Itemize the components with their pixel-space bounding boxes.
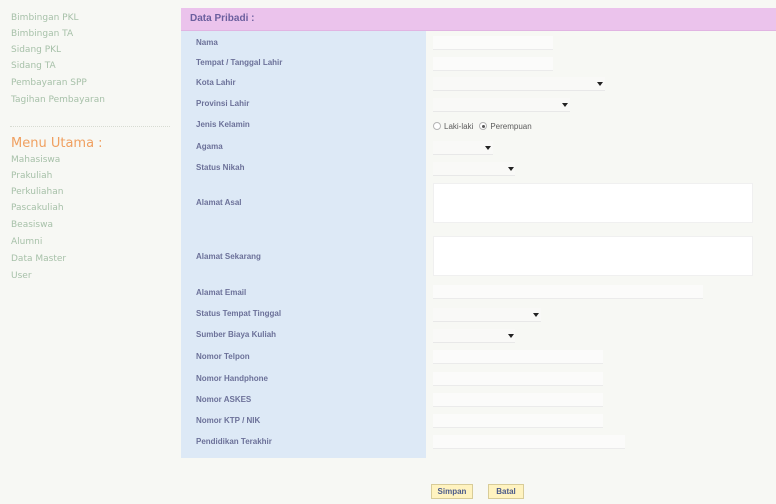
alamat-sekarang-textarea[interactable]: [433, 236, 753, 276]
sidebar-link-data-master[interactable]: Data Master: [11, 254, 66, 264]
sidebar-link-bimbingan-pkl[interactable]: Bimbingan PKL: [11, 13, 79, 23]
chevron-down-icon: [562, 103, 568, 107]
nomor-telpon-input[interactable]: [433, 350, 603, 364]
label-kota-lahir: Kota Lahir: [196, 78, 236, 87]
label-nomor-handphone: Nomor Handphone: [196, 374, 268, 383]
radio-label-perempuan: Perempuan: [490, 121, 532, 131]
sidebar-link-pembayaran-spp[interactable]: Pembayaran SPP: [11, 78, 87, 88]
sidebar-menu-title: Menu Utama :: [11, 136, 103, 151]
pendidikan-terakhir-input[interactable]: [433, 435, 625, 449]
label-alamat-email: Alamat Email: [196, 288, 247, 297]
sidebar-link-beasiswa[interactable]: Beasiswa: [11, 220, 53, 230]
label-nomor-telpon: Nomor Telpon: [196, 352, 250, 361]
chevron-down-icon: [508, 167, 514, 171]
sidebar-link-tagihan-pembayaran[interactable]: Tagihan Pembayaran: [11, 95, 105, 105]
alamat-asal-textarea[interactable]: [433, 183, 753, 223]
nama-input[interactable]: [433, 36, 553, 50]
label-alamat-sekarang: Alamat Sekarang: [196, 252, 261, 261]
sidebar-link-sidang-pkl[interactable]: Sidang PKL: [11, 45, 61, 55]
cancel-button[interactable]: Batal: [488, 484, 524, 499]
nomor-askes-input[interactable]: [433, 393, 603, 407]
jenis-kelamin-radio-group: Laki-laki Perempuan: [433, 120, 532, 132]
sidebar-link-sidang-ta[interactable]: Sidang TA: [11, 61, 56, 71]
sidebar-link-pascakuliah[interactable]: Pascakuliah: [11, 203, 64, 213]
label-jenis-kelamin: Jenis Kelamin: [196, 120, 250, 129]
label-tempat-tanggal-lahir: Tempat / Tanggal Lahir: [196, 58, 283, 67]
label-nomor-askes: Nomor ASKES: [196, 395, 252, 404]
save-button[interactable]: Simpan: [431, 484, 473, 499]
sumber-biaya-kuliah-select[interactable]: [433, 329, 515, 343]
sidebar-link-prakuliah[interactable]: Prakuliah: [11, 171, 52, 181]
form-title: Data Pribadi :: [190, 13, 255, 24]
chevron-down-icon: [508, 334, 514, 338]
form-header: Data Pribadi :: [181, 8, 776, 31]
alamat-email-input[interactable]: [433, 285, 703, 299]
radio-laki-laki[interactable]: [433, 122, 441, 130]
chevron-down-icon: [533, 313, 539, 317]
label-agama: Agama: [196, 142, 223, 151]
label-nama: Nama: [196, 38, 218, 47]
label-status-nikah: Status Nikah: [196, 163, 245, 172]
status-nikah-select[interactable]: [433, 162, 515, 176]
sidebar-link-alumni[interactable]: Alumni: [11, 237, 42, 247]
kota-lahir-select[interactable]: [433, 77, 605, 91]
label-status-tempat-tinggal: Status Tempat Tinggal: [196, 309, 282, 318]
status-tempat-tinggal-select[interactable]: [433, 308, 541, 322]
sidebar-link-perkuliahan[interactable]: Perkuliahan: [11, 187, 63, 197]
label-column: [181, 31, 426, 458]
label-nomor-ktp: Nomor KTP / NIK: [196, 416, 261, 425]
sidebar-divider: [10, 126, 170, 127]
sidebar-link-user[interactable]: User: [11, 271, 32, 281]
label-sumber-biaya-kuliah: Sumber Biaya Kuliah: [196, 330, 277, 339]
nomor-ktp-input[interactable]: [433, 414, 603, 428]
agama-select[interactable]: [433, 141, 493, 155]
tempat-lahir-input[interactable]: [433, 57, 553, 71]
chevron-down-icon: [485, 146, 491, 150]
nomor-handphone-input[interactable]: [433, 372, 603, 386]
chevron-down-icon: [597, 82, 603, 86]
sidebar-link-mahasiswa[interactable]: Mahasiswa: [11, 155, 60, 165]
sidebar-link-bimbingan-ta[interactable]: Bimbingan TA: [11, 29, 73, 39]
provinsi-lahir-select[interactable]: [433, 98, 570, 112]
radio-perempuan[interactable]: [479, 122, 488, 130]
label-pendidikan-terakhir: Pendidikan Terakhir: [196, 437, 272, 446]
label-provinsi-lahir: Provinsi Lahir: [196, 99, 250, 108]
sidebar: Bimbingan PKL Bimbingan TA Sidang PKL Si…: [0, 0, 176, 504]
label-alamat-asal: Alamat Asal: [196, 198, 242, 207]
radio-label-laki-laki: Laki-laki: [444, 121, 474, 131]
